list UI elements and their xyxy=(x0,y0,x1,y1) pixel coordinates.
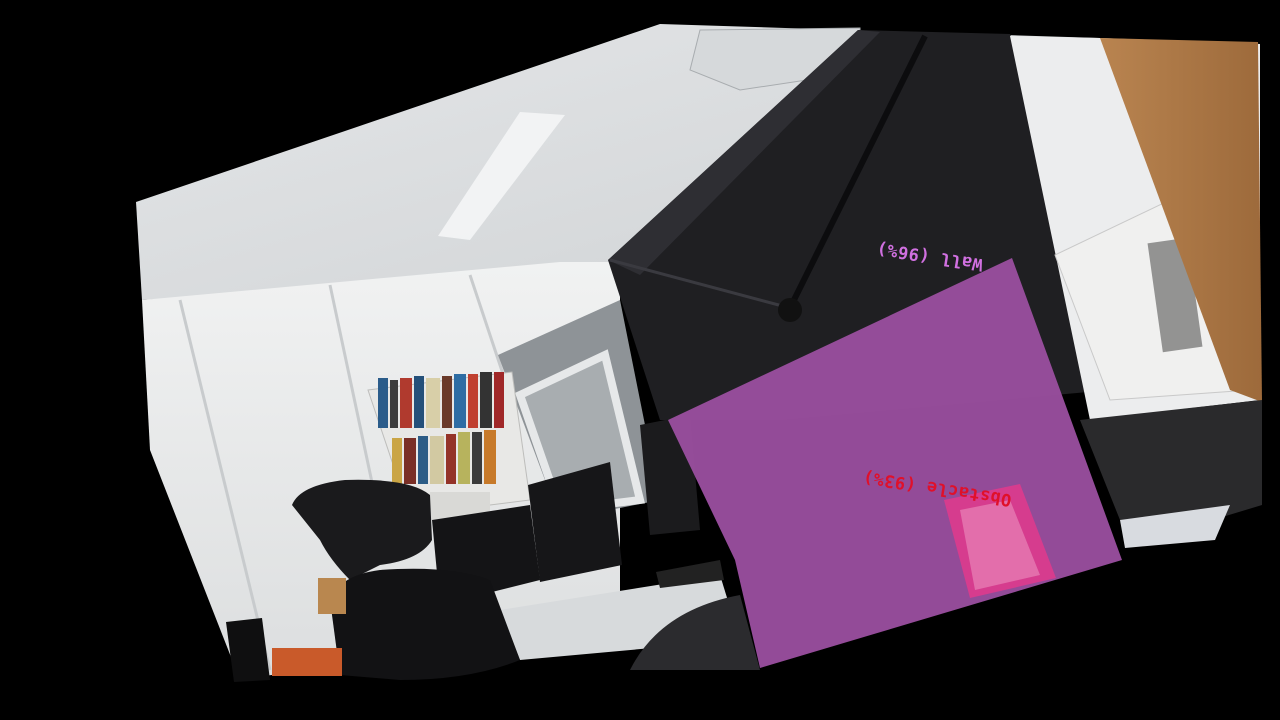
camera-scene xyxy=(136,24,1262,682)
cardboard-box xyxy=(318,578,346,614)
warped-camera-frame xyxy=(136,24,1262,682)
tray-item xyxy=(272,648,342,676)
